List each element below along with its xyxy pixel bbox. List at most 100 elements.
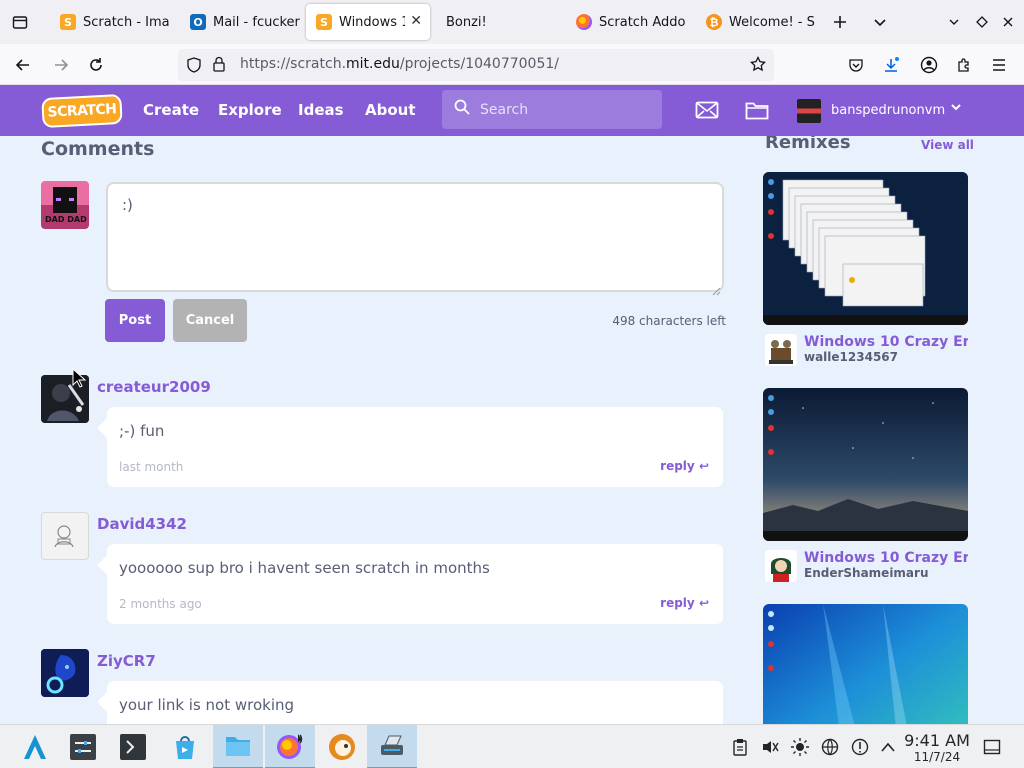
- post-button[interactable]: Post: [105, 299, 165, 342]
- bitcoin-icon: ₿: [706, 14, 722, 30]
- reply-button[interactable]: reply ↩: [660, 459, 709, 473]
- nav-ideas[interactable]: Ideas: [298, 101, 344, 119]
- search-icon: [454, 99, 470, 119]
- user-avatar[interactable]: [797, 99, 821, 123]
- comment-time: last month: [119, 460, 184, 474]
- downloads-icon[interactable]: [878, 52, 904, 78]
- scanner-app-icon[interactable]: [367, 725, 417, 768]
- brightness-icon[interactable]: [790, 737, 810, 757]
- comment-bubble: ;-) fun last month reply ↩: [97, 406, 724, 488]
- view-all-link[interactable]: View all: [921, 138, 974, 152]
- tracking-shield-icon[interactable]: [186, 57, 202, 77]
- show-desktop-icon[interactable]: [982, 737, 1002, 757]
- remix-author-avatar[interactable]: [765, 550, 797, 582]
- window-close-icon[interactable]: [996, 10, 1020, 34]
- extensions-icon[interactable]: [951, 52, 977, 78]
- comments-heading: Comments: [41, 138, 155, 160]
- close-tab-icon[interactable]: ✕: [410, 13, 422, 29]
- terminal-icon[interactable]: [108, 725, 158, 768]
- url-bar[interactable]: https://scratch.mit.edu/projects/1040770…: [178, 49, 774, 81]
- scratch-logo[interactable]: SCRATCH: [41, 93, 123, 129]
- app-launcher-icon[interactable]: [10, 725, 60, 768]
- comment-bubble: yoooooo sup bro i havent seen scratch in…: [97, 543, 724, 625]
- remix-author[interactable]: EnderShameimaru: [804, 566, 929, 580]
- window-maximize-icon[interactable]: [970, 10, 994, 34]
- comment-time: 2 months ago: [119, 597, 202, 611]
- chevron-down-icon[interactable]: [950, 101, 962, 116]
- remix-thumbnail[interactable]: [763, 604, 968, 724]
- remix-thumbnail[interactable]: [763, 388, 968, 541]
- help-icon[interactable]: [850, 737, 870, 757]
- reply-button[interactable]: reply ↩: [660, 596, 709, 610]
- browser-tab[interactable]: S Scratch - Ima: [50, 4, 172, 40]
- forward-arrow-icon[interactable]: [48, 52, 74, 78]
- chevron-up-icon[interactable]: [878, 737, 898, 757]
- comment-text: yoooooo sup bro i havent seen scratch in…: [119, 559, 490, 577]
- page-content: Comments DAD DAD :) Post Cancel 498 char…: [0, 136, 1024, 724]
- system-settings-icon[interactable]: [58, 725, 108, 768]
- remix-thumbnail[interactable]: [763, 172, 968, 325]
- username[interactable]: banspedrunonvm: [831, 103, 945, 118]
- hamburger-menu-icon[interactable]: [986, 52, 1012, 78]
- firefox-icon: [576, 14, 592, 30]
- mouse-cursor-icon: [72, 367, 87, 392]
- reply-arrow-icon: ↩: [698, 596, 709, 610]
- avatar-caption: DAD DAD: [45, 215, 87, 224]
- network-icon[interactable]: [820, 737, 840, 757]
- browser-tab[interactable]: ₿ Welcome! - S: [696, 4, 816, 40]
- search-input[interactable]: [480, 99, 650, 121]
- browser-tab[interactable]: Scratch Addo: [566, 4, 688, 40]
- back-arrow-icon[interactable]: [10, 52, 36, 78]
- lock-icon[interactable]: [212, 56, 226, 76]
- file-manager-icon[interactable]: [213, 725, 263, 768]
- bookmark-star-icon[interactable]: [749, 55, 767, 76]
- remix-author-avatar[interactable]: [765, 334, 797, 366]
- comment-username[interactable]: createur2009: [97, 378, 211, 396]
- comment-username[interactable]: David4342: [97, 515, 187, 533]
- browser-tab[interactable]: O Mail - fcucker: [180, 4, 300, 40]
- cancel-button[interactable]: Cancel: [173, 299, 247, 342]
- remix-title[interactable]: Windows 10 Crazy Er...: [804, 334, 968, 350]
- bonzi-app-icon[interactable]: [317, 725, 367, 768]
- remix-author[interactable]: walle1234567: [804, 350, 898, 364]
- url-text[interactable]: https://scratch.mit.edu/projects/1040770…: [240, 56, 559, 72]
- my-stuff-folder-icon[interactable]: [744, 98, 770, 122]
- nav-create[interactable]: Create: [143, 101, 199, 119]
- messages-icon[interactable]: [694, 98, 720, 122]
- resize-handle-icon[interactable]: [712, 281, 721, 300]
- new-tab-icon[interactable]: [828, 10, 852, 34]
- window-minimize-icon[interactable]: [942, 10, 966, 34]
- firefox-taskbar-icon[interactable]: [265, 725, 315, 768]
- comment-text: your link is not wroking: [119, 696, 295, 714]
- clock-time[interactable]: 9:41 AM: [902, 731, 972, 750]
- scratch-icon: S: [60, 14, 76, 30]
- browser-tab[interactable]: Bonzi!: [436, 4, 558, 40]
- discover-store-icon[interactable]: [160, 725, 210, 768]
- list-all-tabs-icon[interactable]: [868, 10, 892, 34]
- outlook-icon: O: [190, 14, 206, 30]
- volume-muted-icon[interactable]: [760, 737, 780, 757]
- clock-date[interactable]: 11/7/24: [902, 750, 972, 764]
- characters-left: 498 characters left: [612, 314, 726, 328]
- remixes-heading: Remixes: [765, 136, 851, 153]
- reload-icon[interactable]: [83, 52, 109, 78]
- pocket-icon[interactable]: [843, 52, 869, 78]
- nav-about[interactable]: About: [365, 101, 416, 119]
- my-avatar: DAD DAD: [41, 181, 89, 229]
- commenter-avatar[interactable]: [41, 512, 89, 560]
- comment-input[interactable]: :): [106, 182, 724, 292]
- comment-username[interactable]: ZiyCR7: [97, 652, 156, 670]
- commenter-avatar[interactable]: [41, 649, 89, 697]
- taskbar: 9:41 AM 11/7/24: [0, 724, 1024, 768]
- comment-bubble: your link is not wroking: [97, 680, 724, 724]
- account-icon[interactable]: [916, 52, 942, 78]
- nav-explore[interactable]: Explore: [218, 101, 282, 119]
- tab-list-icon[interactable]: [8, 10, 32, 34]
- clipboard-icon[interactable]: [730, 737, 750, 757]
- browser-tab-active[interactable]: S Windows 1 ✕: [306, 4, 430, 40]
- browser-tab-strip: S Scratch - Ima O Mail - fcucker S Windo…: [0, 0, 1024, 44]
- scratch-icon: S: [316, 14, 332, 30]
- comment-text: ;-) fun: [119, 422, 165, 440]
- scratch-header: SCRATCH Create Explore Ideas About bansp…: [0, 85, 1024, 136]
- remix-title[interactable]: Windows 10 Crazy Er...: [804, 550, 968, 566]
